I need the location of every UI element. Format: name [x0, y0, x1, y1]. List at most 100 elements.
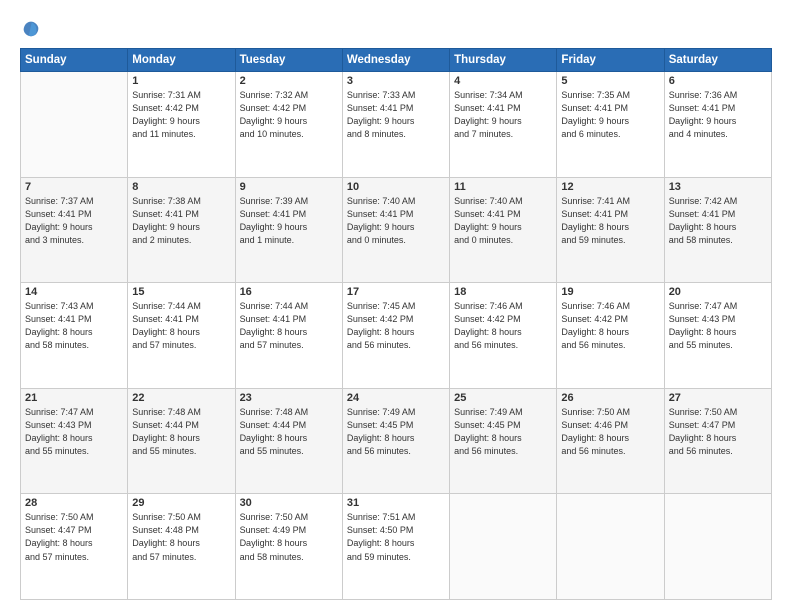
day-info: Sunrise: 7:47 AM Sunset: 4:43 PM Dayligh…: [25, 406, 123, 458]
day-number: 28: [25, 497, 123, 509]
calendar-cell: 20 Sunrise: 7:47 AM Sunset: 4:43 PM Dayli…: [664, 283, 771, 389]
calendar-cell: 25 Sunrise: 7:49 AM Sunset: 4:45 PM Dayli…: [450, 388, 557, 494]
calendar-cell: 31 Sunrise: 7:51 AM Sunset: 4:50 PM Dayli…: [342, 494, 449, 600]
day-info: Sunrise: 7:49 AM Sunset: 4:45 PM Dayligh…: [347, 406, 445, 458]
calendar-cell: 28 Sunrise: 7:50 AM Sunset: 4:47 PM Dayli…: [21, 494, 128, 600]
day-info: Sunrise: 7:48 AM Sunset: 4:44 PM Dayligh…: [132, 406, 230, 458]
day-info: Sunrise: 7:39 AM Sunset: 4:41 PM Dayligh…: [240, 195, 338, 247]
day-number: 24: [347, 392, 445, 404]
calendar-header-saturday: Saturday: [664, 49, 771, 72]
day-info: Sunrise: 7:50 AM Sunset: 4:47 PM Dayligh…: [669, 406, 767, 458]
calendar-cell: 13 Sunrise: 7:42 AM Sunset: 4:41 PM Dayli…: [664, 177, 771, 283]
day-info: Sunrise: 7:50 AM Sunset: 4:49 PM Dayligh…: [240, 511, 338, 563]
calendar-cell: [21, 72, 128, 178]
calendar-cell: 14 Sunrise: 7:43 AM Sunset: 4:41 PM Dayli…: [21, 283, 128, 389]
day-number: 15: [132, 286, 230, 298]
calendar-cell: 12Sunrise: 7:41 AM Sunset: 4:41 PM Dayli…: [557, 177, 664, 283]
calendar-week-row: 7 Sunrise: 7:37 AM Sunset: 4:41 PM Daylig…: [21, 177, 772, 283]
day-info: Sunrise: 7:38 AM Sunset: 4:41 PM Dayligh…: [132, 195, 230, 247]
day-info: Sunrise: 7:32 AM Sunset: 4:42 PM Dayligh…: [240, 89, 338, 141]
day-number: 21: [25, 392, 123, 404]
day-number: 22: [132, 392, 230, 404]
day-number: 26: [561, 392, 659, 404]
day-info: Sunrise: 7:46 AM Sunset: 4:42 PM Dayligh…: [561, 300, 659, 352]
day-number: 2: [240, 75, 338, 87]
calendar-week-row: 1Sunrise: 7:31 AM Sunset: 4:42 PM Daylig…: [21, 72, 772, 178]
day-info: Sunrise: 7:34 AM Sunset: 4:41 PM Dayligh…: [454, 89, 552, 141]
day-info: Sunrise: 7:37 AM Sunset: 4:41 PM Dayligh…: [25, 195, 123, 247]
calendar-header-sunday: Sunday: [21, 49, 128, 72]
day-info: Sunrise: 7:44 AM Sunset: 4:41 PM Dayligh…: [240, 300, 338, 352]
day-number: 18: [454, 286, 552, 298]
day-info: Sunrise: 7:44 AM Sunset: 4:41 PM Dayligh…: [132, 300, 230, 352]
calendar-cell: 21 Sunrise: 7:47 AM Sunset: 4:43 PM Dayli…: [21, 388, 128, 494]
calendar-cell: [664, 494, 771, 600]
day-info: Sunrise: 7:42 AM Sunset: 4:41 PM Dayligh…: [669, 195, 767, 247]
day-number: 20: [669, 286, 767, 298]
day-number: 30: [240, 497, 338, 509]
header: [20, 18, 772, 40]
day-number: 9: [240, 181, 338, 193]
logo-icon: [20, 18, 42, 40]
calendar-cell: 17 Sunrise: 7:45 AM Sunset: 4:42 PM Dayli…: [342, 283, 449, 389]
day-number: 4: [454, 75, 552, 87]
day-info: Sunrise: 7:51 AM Sunset: 4:50 PM Dayligh…: [347, 511, 445, 563]
day-number: 12: [561, 181, 659, 193]
calendar-header-monday: Monday: [128, 49, 235, 72]
day-number: 7: [25, 181, 123, 193]
calendar-cell: 23 Sunrise: 7:48 AM Sunset: 4:44 PM Dayli…: [235, 388, 342, 494]
day-number: 31: [347, 497, 445, 509]
day-number: 11: [454, 181, 552, 193]
day-number: 25: [454, 392, 552, 404]
calendar-cell: 16 Sunrise: 7:44 AM Sunset: 4:41 PM Dayli…: [235, 283, 342, 389]
day-info: Sunrise: 7:33 AM Sunset: 4:41 PM Dayligh…: [347, 89, 445, 141]
calendar-cell: 27 Sunrise: 7:50 AM Sunset: 4:47 PM Dayli…: [664, 388, 771, 494]
calendar-cell: 8 Sunrise: 7:38 AM Sunset: 4:41 PM Daylig…: [128, 177, 235, 283]
day-number: 16: [240, 286, 338, 298]
day-number: 23: [240, 392, 338, 404]
day-info: Sunrise: 7:43 AM Sunset: 4:41 PM Dayligh…: [25, 300, 123, 352]
day-number: 29: [132, 497, 230, 509]
calendar-header-row: SundayMondayTuesdayWednesdayThursdayFrid…: [21, 49, 772, 72]
calendar-cell: 29Sunrise: 7:50 AM Sunset: 4:48 PM Dayli…: [128, 494, 235, 600]
calendar-header-wednesday: Wednesday: [342, 49, 449, 72]
calendar-header-thursday: Thursday: [450, 49, 557, 72]
day-number: 13: [669, 181, 767, 193]
day-info: Sunrise: 7:47 AM Sunset: 4:43 PM Dayligh…: [669, 300, 767, 352]
day-number: 19: [561, 286, 659, 298]
day-info: Sunrise: 7:49 AM Sunset: 4:45 PM Dayligh…: [454, 406, 552, 458]
calendar-cell: 5 Sunrise: 7:35 AM Sunset: 4:41 PM Daylig…: [557, 72, 664, 178]
logo: [20, 18, 46, 40]
day-info: Sunrise: 7:46 AM Sunset: 4:42 PM Dayligh…: [454, 300, 552, 352]
calendar-cell: 9 Sunrise: 7:39 AM Sunset: 4:41 PM Daylig…: [235, 177, 342, 283]
calendar-header-tuesday: Tuesday: [235, 49, 342, 72]
calendar-cell: 10Sunrise: 7:40 AM Sunset: 4:41 PM Dayli…: [342, 177, 449, 283]
calendar-cell: 26Sunrise: 7:50 AM Sunset: 4:46 PM Dayli…: [557, 388, 664, 494]
day-number: 27: [669, 392, 767, 404]
calendar-cell: 19 Sunrise: 7:46 AM Sunset: 4:42 PM Dayli…: [557, 283, 664, 389]
calendar-cell: [557, 494, 664, 600]
calendar-cell: 22 Sunrise: 7:48 AM Sunset: 4:44 PM Dayli…: [128, 388, 235, 494]
day-number: 3: [347, 75, 445, 87]
day-number: 6: [669, 75, 767, 87]
day-info: Sunrise: 7:36 AM Sunset: 4:41 PM Dayligh…: [669, 89, 767, 141]
day-number: 14: [25, 286, 123, 298]
calendar-week-row: 21 Sunrise: 7:47 AM Sunset: 4:43 PM Dayli…: [21, 388, 772, 494]
day-info: Sunrise: 7:50 AM Sunset: 4:47 PM Dayligh…: [25, 511, 123, 563]
day-number: 5: [561, 75, 659, 87]
day-info: Sunrise: 7:40 AM Sunset: 4:41 PM Dayligh…: [454, 195, 552, 247]
day-number: 8: [132, 181, 230, 193]
calendar-week-row: 28 Sunrise: 7:50 AM Sunset: 4:47 PM Dayli…: [21, 494, 772, 600]
calendar-cell: 6 Sunrise: 7:36 AM Sunset: 4:41 PM Daylig…: [664, 72, 771, 178]
calendar-cell: 2 Sunrise: 7:32 AM Sunset: 4:42 PM Daylig…: [235, 72, 342, 178]
day-info: Sunrise: 7:48 AM Sunset: 4:44 PM Dayligh…: [240, 406, 338, 458]
calendar-cell: 15 Sunrise: 7:44 AM Sunset: 4:41 PM Dayli…: [128, 283, 235, 389]
day-number: 17: [347, 286, 445, 298]
day-info: Sunrise: 7:45 AM Sunset: 4:42 PM Dayligh…: [347, 300, 445, 352]
calendar-cell: 11 Sunrise: 7:40 AM Sunset: 4:41 PM Dayli…: [450, 177, 557, 283]
day-info: Sunrise: 7:31 AM Sunset: 4:42 PM Dayligh…: [132, 89, 230, 141]
calendar-cell: 24 Sunrise: 7:49 AM Sunset: 4:45 PM Dayli…: [342, 388, 449, 494]
day-info: Sunrise: 7:35 AM Sunset: 4:41 PM Dayligh…: [561, 89, 659, 141]
calendar-cell: 1Sunrise: 7:31 AM Sunset: 4:42 PM Daylig…: [128, 72, 235, 178]
calendar-cell: 30 Sunrise: 7:50 AM Sunset: 4:49 PM Dayli…: [235, 494, 342, 600]
